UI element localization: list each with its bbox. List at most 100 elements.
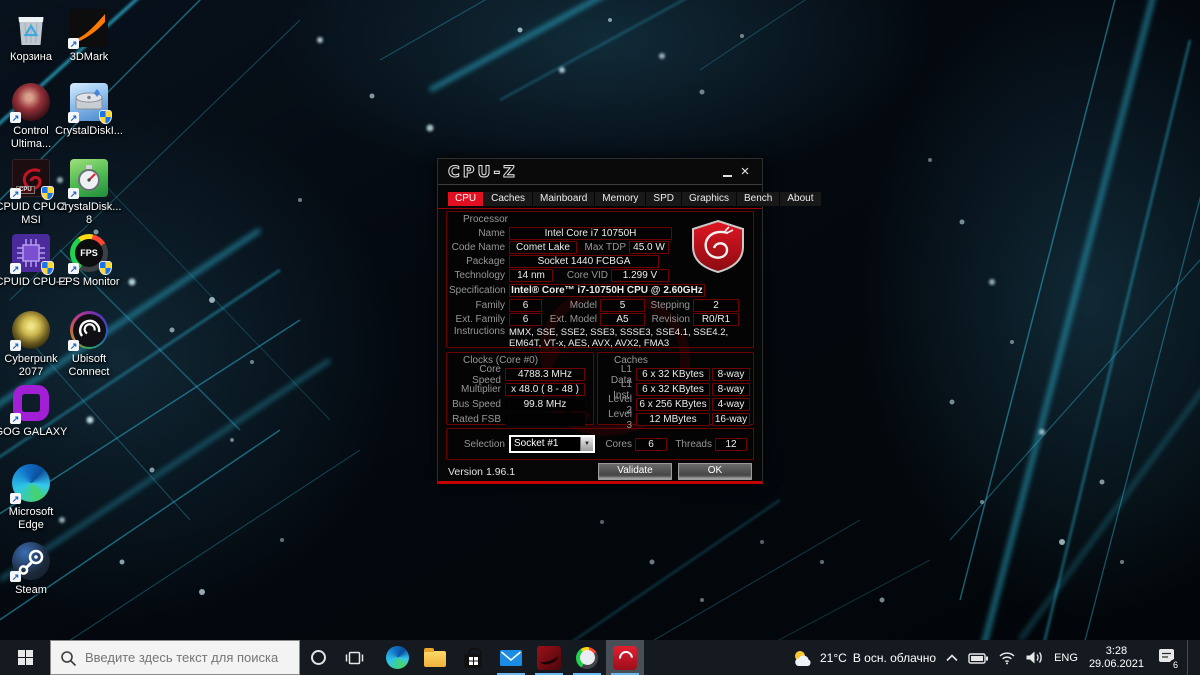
date-text: 29.06.2021 [1088,657,1144,670]
rated-fsb-field [505,413,585,426]
language-indicator[interactable]: ENG [1052,652,1080,664]
notification-center-button[interactable]: 6 [1157,647,1182,672]
l1-inst-field: 6 x 32 KBytes [636,383,710,396]
tab-memory[interactable]: Memory [595,192,646,206]
tab-graphics[interactable]: Graphics [681,192,736,206]
cortana-button[interactable] [300,640,336,675]
time-text: 3:28 [1105,645,1128,657]
shortcut-arrow-icon: ↗ [68,340,79,351]
socket-selection-dropdown[interactable]: Socket #1 ▼ [509,435,595,453]
volume-icon [1026,651,1042,664]
title-bar[interactable]: CPU-Z × [438,159,762,185]
taskbar-app-store[interactable] [454,640,492,675]
weather-icon [795,650,811,666]
desktop-icon-gog[interactable]: ↗ GOG GALAXY [0,383,68,439]
l1-inst-assoc: 8-way [712,383,750,396]
edge-icon [385,646,409,669]
dropdown-arrow-icon: ▼ [580,437,593,451]
desktop-icon-steam[interactable]: ↗ Steam [0,541,68,597]
dragon-center-icon [537,645,561,670]
code-name-field: Comet Lake [509,240,577,254]
caches-group: Caches L1 Data 6 x 32 KBytes 8-way L1 In… [597,352,754,431]
battery-indicator[interactable] [968,650,989,666]
show-desktop-button[interactable] [1187,640,1192,675]
recycle-bin-icon [18,17,44,45]
wifi-icon [999,652,1015,665]
instructions-field: MMX, SSE, SSE2, SSE3, SSSE3, SSE4.1, SSE… [509,327,729,349]
shortcut-arrow-icon: ↗ [10,263,21,274]
taskbar-app-explorer[interactable] [416,640,454,675]
cortana-icon [310,650,326,665]
tab-about[interactable]: About [780,192,821,206]
fps-monitor-icon [576,646,598,669]
desktop-icon-crystaldiskmark[interactable]: ↗ CrystalDisk... 8 [52,158,126,227]
taskbar-app-dragon-center[interactable] [530,640,568,675]
package-field: Socket 1440 FCBGA [509,254,659,268]
mail-icon [500,649,522,666]
taskbar-app-edge[interactable] [378,640,416,675]
shortcut-arrow-icon: ↗ [10,340,21,351]
status-bar: Version 1.96.1 Validate OK [438,463,762,480]
desktop-icon-3dmark[interactable]: ↗ 3DMark [52,8,126,64]
tab-bench[interactable]: Bench [737,192,780,206]
windows-logo-icon [17,650,33,665]
ok-button[interactable]: OK [678,463,752,480]
weather-widget[interactable]: 21°C В осн. облачно [792,648,936,668]
system-tray: 21°C В осн. облачно ENG 3:28 29.06.2021 … [792,640,1200,675]
family-field: 6 [509,298,542,312]
shortcut-arrow-icon: ↗ [68,112,79,123]
search-input[interactable] [51,641,299,674]
desktop-icon-edge[interactable]: ↗ Microsoft Edge [0,463,68,532]
shortcut-arrow-icon: ↗ [10,188,21,199]
cpu-name-field: Intel Core i7 10750H [509,226,672,240]
desktop-icon-fps-monitor[interactable]: FPS ↗ FPS Monitor [52,233,126,289]
close-icon: × [740,162,750,180]
minimize-button[interactable] [718,164,736,180]
tab-cpu[interactable]: CPU [448,192,484,206]
validate-button[interactable]: Validate [598,463,672,480]
max-tdp-field: 45.0 W [629,240,669,254]
l3-assoc: 16-way [712,413,750,426]
cpu-z-logo: CPU-Z [448,162,516,182]
stepping-field: 2 [693,298,739,312]
taskbar-app-cpu-z[interactable] [606,640,644,675]
close-button[interactable]: × [736,164,754,180]
tab-caches[interactable]: Caches [484,192,533,206]
task-view-button[interactable] [336,640,372,675]
cpu-z-icon [613,645,637,670]
shortcut-arrow-icon: ↗ [10,112,21,123]
msi-dragon-logo [692,219,744,273]
tab-separator [438,208,762,209]
l3-field: 12 MBytes [636,413,710,426]
desktop: Корзина ↗ Control Ultima... CPU ↗ CPUID C… [0,0,1200,640]
volume-indicator[interactable] [1025,650,1043,665]
tray-expand-button[interactable] [945,652,959,664]
clock[interactable]: 3:28 29.06.2021 [1089,645,1144,670]
taskbar-apps [378,640,644,675]
shortcut-arrow-icon: ↗ [10,413,21,424]
file-explorer-icon [424,648,446,667]
temperature-text: 21°C [820,650,847,665]
taskbar-app-mail[interactable] [492,640,530,675]
start-button[interactable] [0,640,50,675]
network-indicator[interactable] [998,650,1016,665]
shortcut-arrow-icon: ↗ [10,493,21,504]
clocks-group: Clocks (Core #0) Core Speed 4788.3 MHz M… [446,352,594,426]
tab-bar: CPU Caches Mainboard Memory SPD Graphics… [448,192,821,206]
battery-icon [968,652,989,664]
taskbar-app-fps-monitor[interactable] [568,640,606,675]
shortcut-arrow-icon: ↗ [68,188,79,199]
l2-assoc: 4-way [712,398,750,411]
specification-field: Intel® Core™ i7-10750H CPU @ 2.60GHz [509,283,705,297]
technology-field: 14 nm [509,268,553,282]
tab-spd[interactable]: SPD [646,192,681,206]
shortcut-arrow-icon: ↗ [10,571,21,582]
search-icon [61,651,77,667]
shortcut-arrow-icon: ↗ [68,263,79,274]
tab-mainboard[interactable]: Mainboard [533,192,595,206]
model-field: 5 [600,298,645,312]
multiplier-field: x 48.0 ( 8 - 48 ) [505,383,585,396]
desktop-icon-ubisoft[interactable]: ↗ Ubisoft Connect [52,310,126,379]
desktop-icon-crystaldiskinfo[interactable]: ↗ CrystalDiskI... [52,82,126,138]
taskbar-search[interactable] [50,640,300,675]
